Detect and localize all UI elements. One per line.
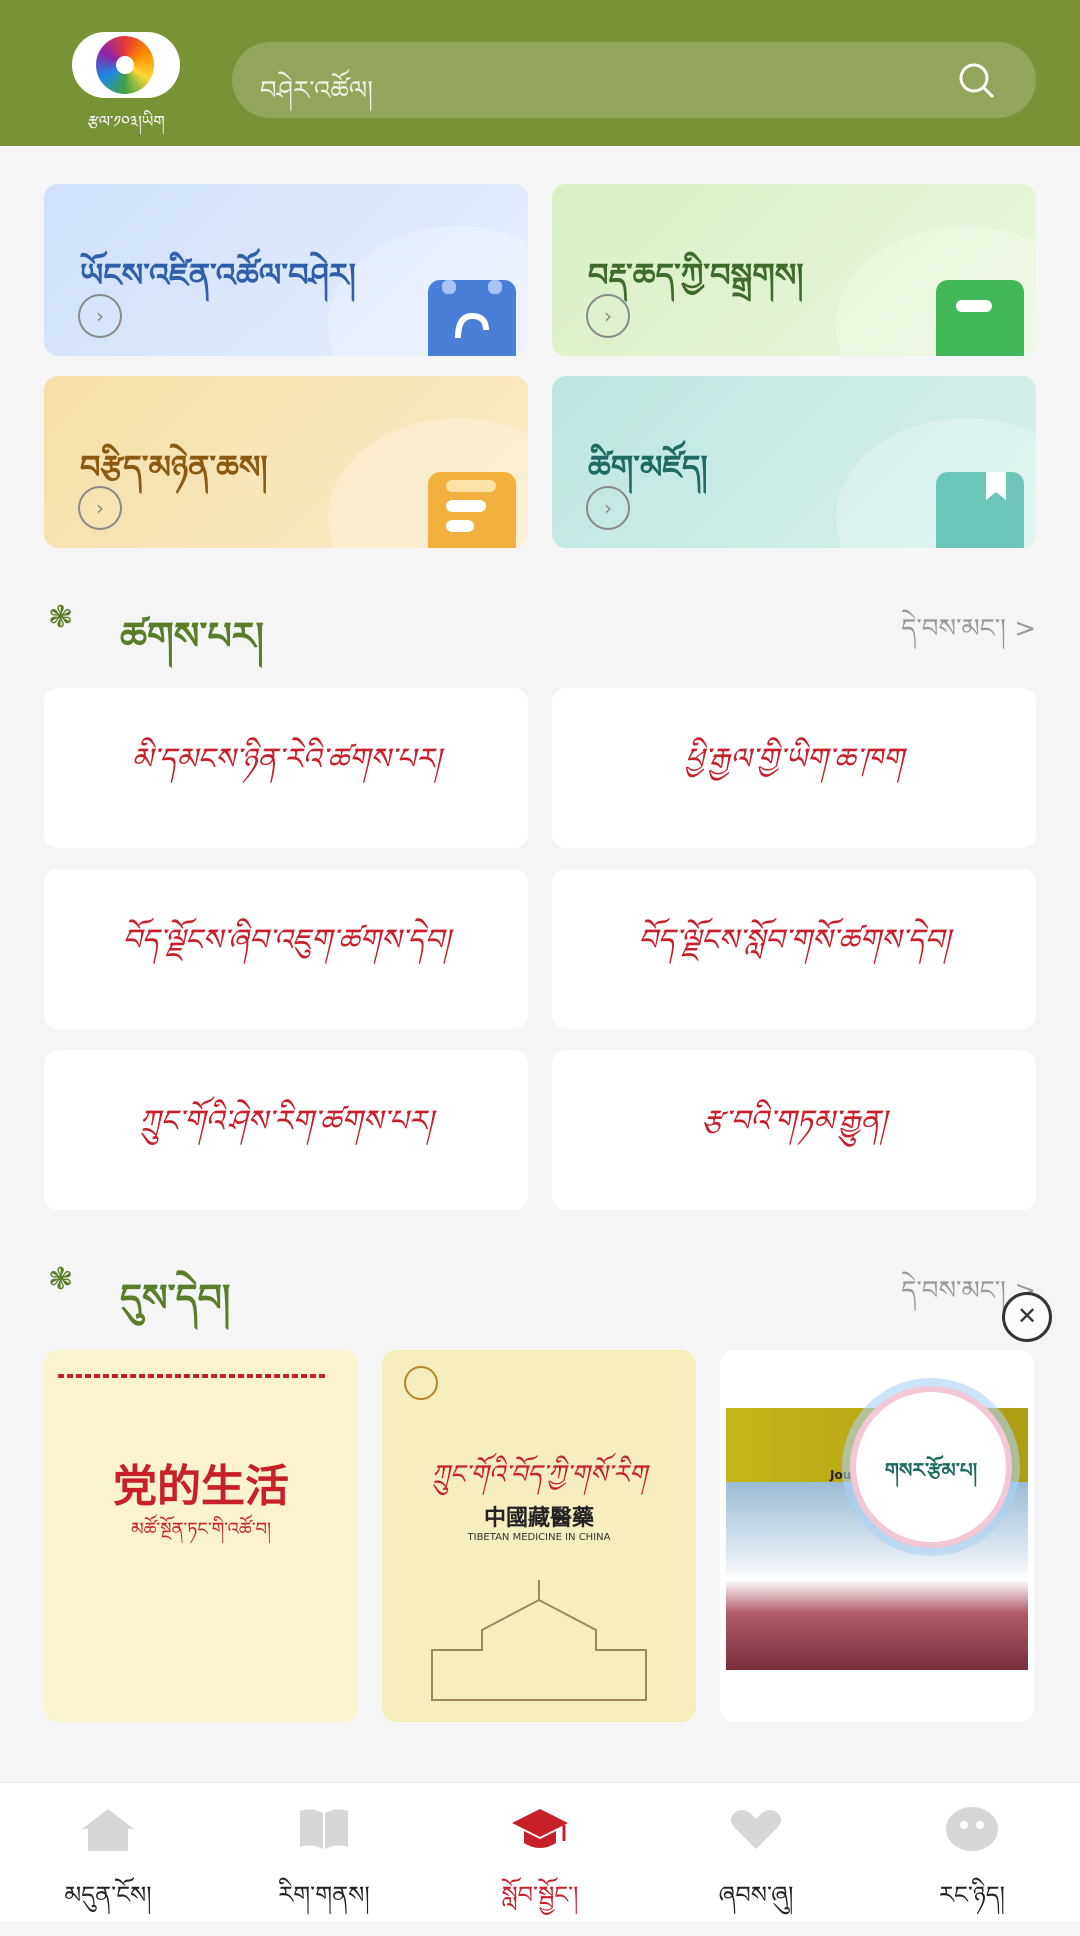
profile-face-icon bbox=[946, 1807, 998, 1851]
newspaper-title: མི་དམངས་ཉིན་རེའི་ཚགས་པར། bbox=[131, 742, 441, 777]
section-title: ཚགས་པར། bbox=[120, 613, 264, 658]
handshake-heart-icon bbox=[731, 1810, 781, 1849]
card-announcement[interactable]: བརྡ་ཆད་ཀྱི་བསྒྲགས། › bbox=[552, 184, 1036, 356]
chevron-right-icon[interactable]: › bbox=[78, 294, 122, 338]
cover-title-en: TIBETAN MEDICINE IN CHINA bbox=[467, 1532, 611, 1543]
top-header: རྩལ་༡༠༣།ཡིག བཤེར་འཚོལ། bbox=[0, 0, 1080, 146]
newspaper-item[interactable]: ཀྲུང་གོའི་ཤེས་རིག་ཚགས་པར། bbox=[44, 1050, 528, 1210]
section-newspapers-header: ❃ ཚགས་པར། དེ་བས་མང་། > bbox=[44, 590, 1036, 659]
newspaper-title: རྩ་བའི་གཏམ་རྒྱུན། bbox=[701, 1104, 887, 1139]
flower-icon: ❃ bbox=[48, 600, 74, 635]
building-sketch bbox=[431, 1580, 647, 1701]
search-icon[interactable] bbox=[956, 60, 996, 100]
more-link[interactable]: དེ་བས་མང་། > bbox=[901, 600, 1036, 673]
search-placeholder: བཤེར་འཚོལ། bbox=[260, 76, 373, 106]
newspaper-item[interactable]: མི་དམངས་ཉིན་རེའི་ཚགས་པར། bbox=[44, 688, 528, 848]
newspaper-item[interactable]: བོད་ལྗོངས་སློབ་གསོ་ཚགས་དེབ། bbox=[552, 869, 1036, 1029]
bottom-tab-bar: མདུན་ངོས། རིག་གནས། སློབ་སྦྱོང་། ཞབས་ཞུ། … bbox=[0, 1782, 1080, 1921]
book-cover[interactable]: ཀྲུང་གོའི་བོད་ཀྱི་གསོ་རིག 中國藏醫藥 TIBETAN … bbox=[382, 1350, 696, 1722]
calendar-icon bbox=[428, 280, 516, 356]
card-search[interactable]: ཡོངས་འཛིན་འཚོལ་བཤེར། › bbox=[44, 184, 528, 356]
newspaper-title: བོད་ལྗོངས་སློབ་གསོ་ཚགས་དེབ། bbox=[637, 923, 951, 958]
book-cover[interactable]: 党的生活 མཚོ་སྔོན་ཏང་གི་འཚོ་བ། bbox=[44, 1350, 358, 1722]
tab-service[interactable]: ཞབས་ཞུ། bbox=[666, 1805, 846, 1909]
tab-label: མདུན་ངོས། bbox=[64, 1881, 152, 1909]
app-logo[interactable]: རྩལ་༡༠༣།ཡིག bbox=[64, 24, 188, 131]
cover-subtitle: མཚོ་སྔོན་ཏང་གི་འཚོ་བ། bbox=[130, 1519, 272, 1540]
graduation-cap-icon bbox=[512, 1809, 568, 1848]
tab-label: རིག་གནས། bbox=[278, 1881, 370, 1909]
book-cover[interactable]: Journal of Q གསར་རྩོམ་པ། bbox=[720, 1350, 1034, 1722]
tab-home[interactable]: མདུན་ངོས། bbox=[18, 1805, 198, 1909]
note-icon bbox=[936, 280, 1024, 356]
card-dictionary[interactable]: ཚིག་མཛོད། › bbox=[552, 376, 1036, 548]
chevron-right-icon[interactable]: › bbox=[586, 486, 630, 530]
newspaper-item[interactable]: ཕྱི་རྒྱལ་གྱི་ཡིག་ཆ་ཁག bbox=[552, 688, 1036, 848]
book-icon bbox=[300, 1809, 348, 1849]
newspaper-title: བོད་ལྗོངས་ཞིབ་འཇུག་ཚགས་དེབ། bbox=[121, 923, 451, 958]
home-icon bbox=[82, 1809, 134, 1851]
search-bar[interactable]: བཤེར་འཚོལ། bbox=[232, 42, 1036, 118]
cover-title-cn: 中國藏醫藥 bbox=[483, 1505, 594, 1531]
cover-header-line bbox=[58, 1374, 328, 1378]
newspaper-item[interactable]: བོད་ལྗོངས་ཞིབ་འཇུག་ཚགས་དེབ། bbox=[44, 869, 528, 1029]
tab-label: ཞབས་ཞུ། bbox=[718, 1881, 794, 1909]
newspaper-title: ཀྲུང་གོའི་ཤེས་རིག་ཚགས་པར། bbox=[138, 1104, 434, 1139]
tab-study[interactable]: སློབ་སྦྱོང་། bbox=[450, 1805, 630, 1909]
newspaper-item[interactable]: རྩ་བའི་གཏམ་རྒྱུན། bbox=[552, 1050, 1036, 1210]
logo-text: རྩལ་༡༠༣།ཡིག bbox=[87, 112, 165, 131]
tab-culture[interactable]: རིག་གནས། bbox=[234, 1805, 414, 1909]
tab-label: རང་ཉིད། bbox=[939, 1881, 1005, 1909]
logo-wheel-icon bbox=[96, 36, 154, 94]
emblem-icon bbox=[404, 1366, 438, 1400]
card-software[interactable]: བརྩིད་མཉེན་ཆས། › bbox=[44, 376, 528, 548]
cover-title-cn: 党的生活 bbox=[113, 1461, 289, 1512]
document-icon bbox=[428, 472, 516, 548]
bookmark-icon bbox=[936, 472, 1024, 548]
floral-badge-label: གསར་རྩོམ་པ། bbox=[884, 1458, 978, 1482]
tab-label: སློབ་སྦྱོང་། bbox=[501, 1881, 579, 1909]
chevron-right-icon[interactable]: › bbox=[586, 294, 630, 338]
newspaper-title: ཕྱི་རྒྱལ་གྱི་ཡིག་ཆ་ཁག bbox=[684, 742, 904, 777]
flower-icon: ❃ bbox=[48, 1262, 74, 1297]
close-icon[interactable]: ✕ bbox=[1002, 1292, 1052, 1342]
section-title: དུས་དེབ། bbox=[120, 1275, 231, 1320]
chevron-right-icon[interactable]: › bbox=[78, 486, 122, 530]
tab-profile[interactable]: རང་ཉིད། bbox=[882, 1805, 1062, 1909]
section-periodicals-header: ❃ དུས་དེབ། དེ་བས་མང་། > bbox=[44, 1252, 1036, 1321]
